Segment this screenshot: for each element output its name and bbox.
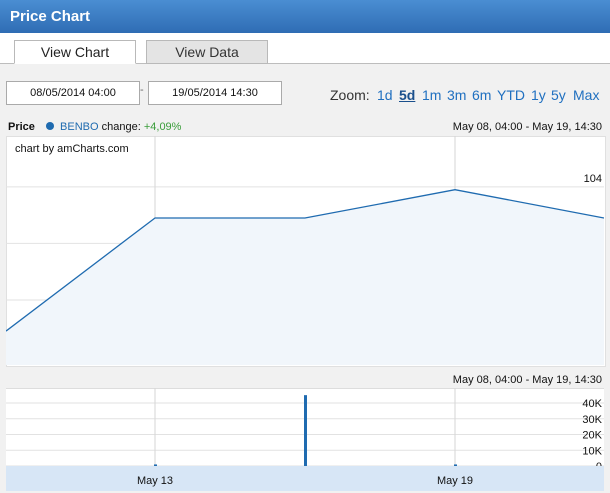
volume-y-tick-label: 20K [582,430,602,442]
series-dot-icon [46,122,54,130]
zoom-5d[interactable]: 5d [399,87,415,103]
series-name: BENBO [60,121,99,133]
window-title: Price Chart [10,8,90,25]
change-label: change: [102,121,141,133]
price-label: Price [8,121,35,133]
date-to-field[interactable] [148,81,282,105]
zoom-6m[interactable]: 6m [472,87,491,103]
change-value: +4,09% [144,121,182,133]
zoom-5y[interactable]: 5y [551,87,566,103]
zoom-ytd[interactable]: YTD [497,87,525,103]
date-from-field[interactable] [6,81,140,105]
volume-y-tick-label: 10K [582,445,602,457]
price-period: May 08, 04:00 - May 19, 14:30 [453,121,602,133]
zoom-1m[interactable]: 1m [422,87,441,103]
x-axis-band[interactable] [6,466,604,491]
title-bar: Price Chart [0,0,610,33]
zoom-1y[interactable]: 1y [531,87,546,103]
zoom-3m[interactable]: 3m [447,87,466,103]
zoom-max[interactable]: Max [573,87,599,103]
volume-chart[interactable]: 40K30K20K10K0 [6,388,604,466]
x-axis-label: May 13 [125,475,185,487]
volume-bar [304,395,307,466]
tab-view-data[interactable]: View Data [146,40,268,64]
volume-y-tick-label: 30K [582,414,602,426]
price-area-fill [6,190,604,365]
zoom-1d[interactable]: 1d [377,87,393,103]
volume-period: May 08, 04:00 - May 19, 14:30 [453,374,602,386]
chart-credit[interactable]: chart by amCharts.com [15,143,129,155]
price-y-tick-label: 104 [584,173,602,185]
zoom-label: Zoom: [330,87,370,103]
volume-y-tick-label: 40K [582,398,602,410]
x-axis-label: May 19 [425,475,485,487]
price-chart[interactable]: 10410210098 [6,136,604,365]
range-separator: - [140,84,144,96]
price-header: Price BENBO change: +4,09% [8,121,181,133]
tab-view-chart[interactable]: View Chart [14,40,136,64]
